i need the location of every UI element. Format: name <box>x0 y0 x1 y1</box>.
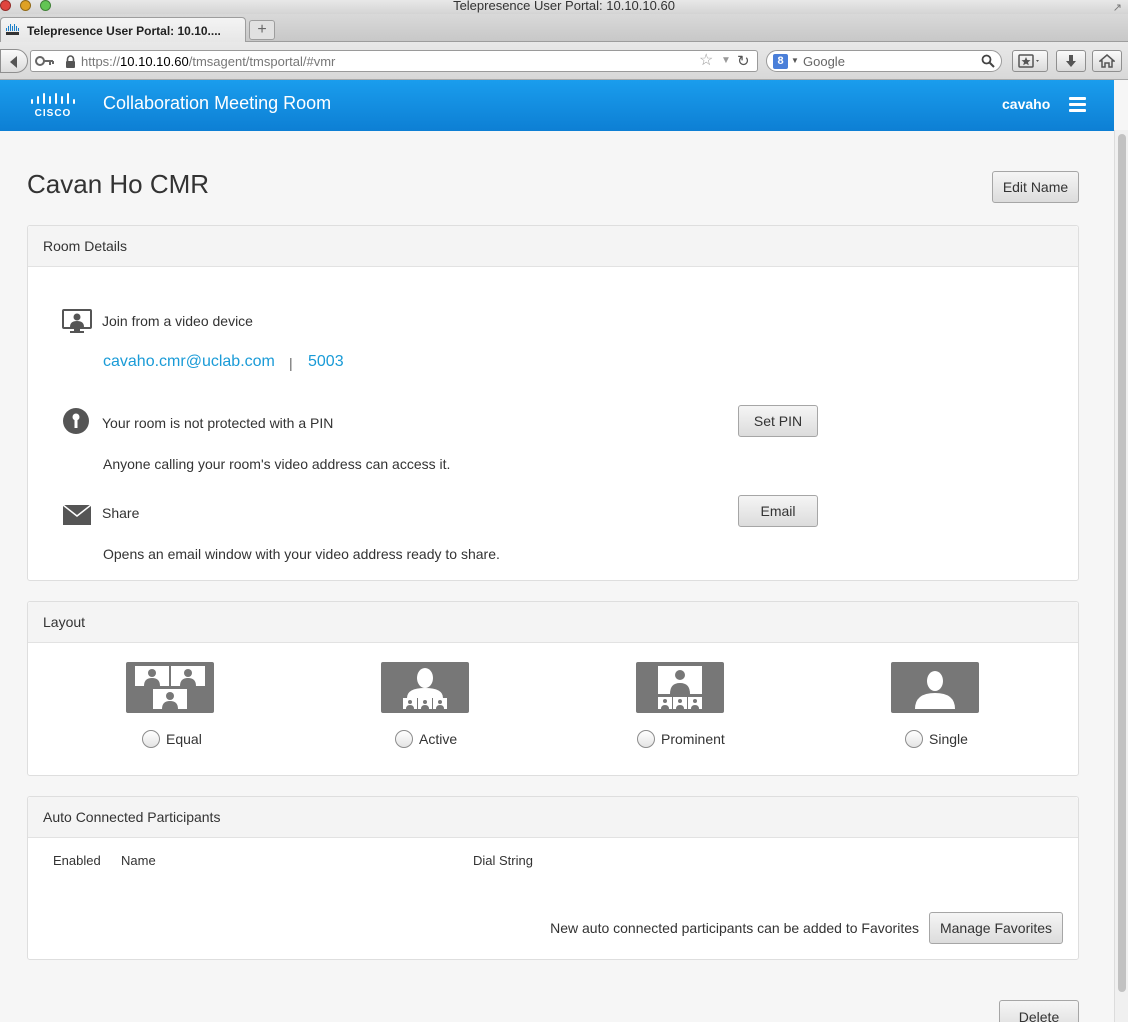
layout-panel: Layout Equal Active Prominent Single <box>27 601 1079 776</box>
downloads-button[interactable] <box>1056 50 1086 72</box>
home-icon <box>1099 54 1115 68</box>
search-icon[interactable] <box>981 54 995 68</box>
new-tab-button[interactable]: + <box>249 20 275 40</box>
column-header-name[interactable]: Name <box>121 853 156 868</box>
search-input[interactable]: Google <box>803 54 845 69</box>
hamburger-menu-icon[interactable] <box>1069 97 1086 113</box>
cisco-favicon-icon <box>6 24 19 35</box>
cisco-bridge-icon <box>31 93 75 104</box>
window-titlebar: Telepresence User Portal: 10.10.10.60 ↗ <box>0 0 1128 14</box>
layout-active-icon[interactable] <box>381 662 469 713</box>
app-title: Collaboration Meeting Room <box>103 93 332 113</box>
address-separator: | <box>289 355 293 371</box>
cisco-logo[interactable]: CISCO <box>29 93 77 119</box>
email-button[interactable]: Email <box>738 495 818 527</box>
layout-equal-radio[interactable] <box>142 730 160 748</box>
share-label: Share <box>102 505 140 521</box>
layout-single-label: Single <box>929 731 968 747</box>
scrollbar-thumb[interactable] <box>1118 134 1126 992</box>
column-header-dial-string[interactable]: Dial String <box>473 853 533 868</box>
numeric-id-link[interactable]: 5003 <box>308 353 344 371</box>
room-details-panel: Room Details Join from a video device ca… <box>27 225 1079 581</box>
favorites-note: New auto connected participants can be a… <box>550 920 919 936</box>
page-title: Cavan Ho CMR <box>27 169 210 199</box>
video-device-icon <box>62 309 92 333</box>
url-bar[interactable]: https://10.10.10.60/tmsagent/tmsportal/#… <box>30 50 758 72</box>
cisco-wordmark: CISCO <box>34 108 72 119</box>
layout-heading: Layout <box>28 602 1078 643</box>
delete-button[interactable]: Delete <box>999 1000 1079 1022</box>
navigation-toolbar: https://10.10.10.60/tmsagent/tmsportal/#… <box>0 42 1128 80</box>
layout-prominent-icon[interactable] <box>636 662 724 713</box>
tab-bar: Telepresence User Portal: 10.10.... + <box>0 14 1128 43</box>
key-icon[interactable] <box>35 54 55 68</box>
column-header-enabled[interactable]: Enabled <box>53 853 101 868</box>
edit-name-button[interactable]: Edit Name <box>992 171 1079 203</box>
browser-tab-active[interactable]: Telepresence User Portal: 10.10.... <box>0 17 246 43</box>
layout-active-radio[interactable] <box>395 730 413 748</box>
layout-equal-icon[interactable] <box>126 662 214 713</box>
pin-status-label: Your room is not protected with a PIN <box>102 415 334 431</box>
reload-icon[interactable]: ↻ <box>737 52 750 70</box>
room-details-heading: Room Details <box>28 226 1078 267</box>
bookmark-star-icon[interactable]: ☆ <box>699 53 713 69</box>
window-title: Telepresence User Portal: 10.10.10.60 <box>453 0 675 13</box>
bookmarks-button[interactable] <box>1012 50 1048 72</box>
envelope-icon <box>62 504 92 525</box>
user-menu[interactable]: cavaho <box>1002 96 1050 112</box>
auto-connected-heading: Auto Connected Participants <box>28 797 1078 838</box>
google-search-engine-icon[interactable]: 8 <box>773 54 788 69</box>
page-scrollbar[interactable] <box>1114 130 1128 1022</box>
fullscreen-icon[interactable]: ↗ <box>1113 1 1122 14</box>
keyhole-icon <box>63 408 89 434</box>
set-pin-button[interactable]: Set PIN <box>738 405 818 437</box>
join-video-label: Join from a video device <box>102 313 253 329</box>
search-bar[interactable]: 8 ▼ Google <box>766 50 1002 72</box>
layout-prominent-label: Prominent <box>661 731 725 747</box>
home-button[interactable] <box>1092 50 1122 72</box>
url-text: https://10.10.10.60/tmsagent/tmsportal/#… <box>81 54 336 69</box>
bookmarks-icon <box>1018 54 1039 68</box>
video-address-link[interactable]: cavaho.cmr@uclab.com <box>103 353 275 371</box>
history-dropdown-icon[interactable]: ▼ <box>721 55 731 66</box>
share-description: Opens an email window with your video ad… <box>103 546 500 562</box>
auto-connected-panel: Auto Connected Participants Enabled Name… <box>27 796 1079 960</box>
app-header: CISCO Collaboration Meeting Room cavaho <box>0 80 1114 131</box>
back-button[interactable] <box>0 49 28 73</box>
layout-active-label: Active <box>419 731 458 747</box>
lock-icon <box>66 55 75 68</box>
layout-single-radio[interactable] <box>905 730 923 748</box>
search-engine-dropdown-icon[interactable]: ▼ <box>791 56 799 65</box>
manage-favorites-button[interactable]: Manage Favorites <box>929 912 1063 944</box>
back-arrow-icon <box>10 56 17 68</box>
layout-single-icon[interactable] <box>891 662 979 713</box>
download-arrow-icon <box>1066 55 1076 67</box>
pin-status-description: Anyone calling your room's video address… <box>103 456 451 472</box>
layout-equal-label: Equal <box>166 731 202 747</box>
layout-prominent-radio[interactable] <box>637 730 655 748</box>
tab-title: Telepresence User Portal: 10.10.... <box>27 24 221 38</box>
